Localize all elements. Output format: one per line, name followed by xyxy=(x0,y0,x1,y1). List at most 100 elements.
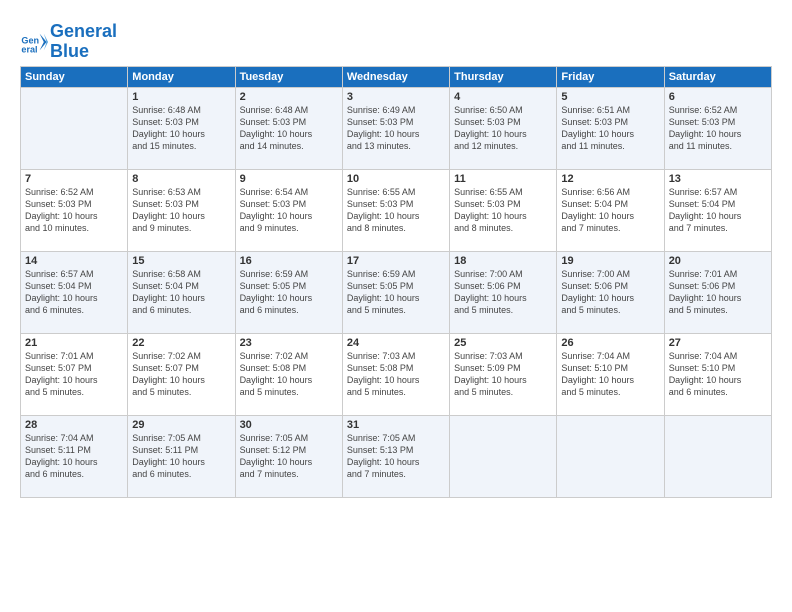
calendar-cell xyxy=(557,415,664,497)
day-number: 4 xyxy=(454,91,552,103)
day-info: Sunrise: 7:04 AM Sunset: 5:11 PM Dayligh… xyxy=(25,432,123,481)
day-number: 18 xyxy=(454,255,552,267)
calendar-cell: 24Sunrise: 7:03 AM Sunset: 5:08 PM Dayli… xyxy=(342,333,449,415)
calendar-cell: 13Sunrise: 6:57 AM Sunset: 5:04 PM Dayli… xyxy=(664,169,771,251)
day-number: 31 xyxy=(347,419,445,431)
calendar-cell: 1Sunrise: 6:48 AM Sunset: 5:03 PM Daylig… xyxy=(128,87,235,169)
day-number: 20 xyxy=(669,255,767,267)
calendar-cell: 26Sunrise: 7:04 AM Sunset: 5:10 PM Dayli… xyxy=(557,333,664,415)
day-info: Sunrise: 7:02 AM Sunset: 5:08 PM Dayligh… xyxy=(240,350,338,399)
calendar-cell xyxy=(450,415,557,497)
day-info: Sunrise: 6:57 AM Sunset: 5:04 PM Dayligh… xyxy=(25,268,123,317)
header: Gen eral General Blue xyxy=(20,18,772,62)
day-number: 6 xyxy=(669,91,767,103)
calendar-cell: 19Sunrise: 7:00 AM Sunset: 5:06 PM Dayli… xyxy=(557,251,664,333)
calendar-cell: 30Sunrise: 7:05 AM Sunset: 5:12 PM Dayli… xyxy=(235,415,342,497)
col-sunday: Sunday xyxy=(21,66,128,87)
calendar-week-row: 28Sunrise: 7:04 AM Sunset: 5:11 PM Dayli… xyxy=(21,415,772,497)
calendar: Sunday Monday Tuesday Wednesday Thursday… xyxy=(20,66,772,498)
day-number: 25 xyxy=(454,337,552,349)
calendar-cell: 20Sunrise: 7:01 AM Sunset: 5:06 PM Dayli… xyxy=(664,251,771,333)
calendar-cell: 8Sunrise: 6:53 AM Sunset: 5:03 PM Daylig… xyxy=(128,169,235,251)
day-number: 2 xyxy=(240,91,338,103)
calendar-cell: 22Sunrise: 7:02 AM Sunset: 5:07 PM Dayli… xyxy=(128,333,235,415)
day-info: Sunrise: 6:54 AM Sunset: 5:03 PM Dayligh… xyxy=(240,186,338,235)
calendar-cell: 31Sunrise: 7:05 AM Sunset: 5:13 PM Dayli… xyxy=(342,415,449,497)
day-info: Sunrise: 7:03 AM Sunset: 5:09 PM Dayligh… xyxy=(454,350,552,399)
day-info: Sunrise: 7:05 AM Sunset: 5:11 PM Dayligh… xyxy=(132,432,230,481)
calendar-cell: 16Sunrise: 6:59 AM Sunset: 5:05 PM Dayli… xyxy=(235,251,342,333)
day-number: 28 xyxy=(25,419,123,431)
calendar-cell: 2Sunrise: 6:48 AM Sunset: 5:03 PM Daylig… xyxy=(235,87,342,169)
day-number: 22 xyxy=(132,337,230,349)
col-thursday: Thursday xyxy=(450,66,557,87)
calendar-cell: 23Sunrise: 7:02 AM Sunset: 5:08 PM Dayli… xyxy=(235,333,342,415)
calendar-cell: 25Sunrise: 7:03 AM Sunset: 5:09 PM Dayli… xyxy=(450,333,557,415)
logo-text2: Blue xyxy=(50,42,117,62)
day-number: 9 xyxy=(240,173,338,185)
logo-text: General xyxy=(50,22,117,42)
day-info: Sunrise: 7:00 AM Sunset: 5:06 PM Dayligh… xyxy=(454,268,552,317)
col-tuesday: Tuesday xyxy=(235,66,342,87)
calendar-cell: 11Sunrise: 6:55 AM Sunset: 5:03 PM Dayli… xyxy=(450,169,557,251)
day-info: Sunrise: 7:05 AM Sunset: 5:13 PM Dayligh… xyxy=(347,432,445,481)
day-info: Sunrise: 6:53 AM Sunset: 5:03 PM Dayligh… xyxy=(132,186,230,235)
day-info: Sunrise: 7:01 AM Sunset: 5:06 PM Dayligh… xyxy=(669,268,767,317)
day-info: Sunrise: 6:59 AM Sunset: 5:05 PM Dayligh… xyxy=(240,268,338,317)
day-info: Sunrise: 6:50 AM Sunset: 5:03 PM Dayligh… xyxy=(454,104,552,153)
day-info: Sunrise: 6:58 AM Sunset: 5:04 PM Dayligh… xyxy=(132,268,230,317)
day-number: 29 xyxy=(132,419,230,431)
day-number: 26 xyxy=(561,337,659,349)
day-number: 10 xyxy=(347,173,445,185)
day-number: 8 xyxy=(132,173,230,185)
calendar-cell: 3Sunrise: 6:49 AM Sunset: 5:03 PM Daylig… xyxy=(342,87,449,169)
day-info: Sunrise: 6:48 AM Sunset: 5:03 PM Dayligh… xyxy=(132,104,230,153)
day-info: Sunrise: 6:56 AM Sunset: 5:04 PM Dayligh… xyxy=(561,186,659,235)
calendar-week-row: 14Sunrise: 6:57 AM Sunset: 5:04 PM Dayli… xyxy=(21,251,772,333)
day-number: 13 xyxy=(669,173,767,185)
day-info: Sunrise: 7:03 AM Sunset: 5:08 PM Dayligh… xyxy=(347,350,445,399)
calendar-cell: 4Sunrise: 6:50 AM Sunset: 5:03 PM Daylig… xyxy=(450,87,557,169)
day-info: Sunrise: 7:04 AM Sunset: 5:10 PM Dayligh… xyxy=(561,350,659,399)
day-info: Sunrise: 6:55 AM Sunset: 5:03 PM Dayligh… xyxy=(454,186,552,235)
calendar-cell: 27Sunrise: 7:04 AM Sunset: 5:10 PM Dayli… xyxy=(664,333,771,415)
calendar-week-row: 21Sunrise: 7:01 AM Sunset: 5:07 PM Dayli… xyxy=(21,333,772,415)
calendar-week-row: 7Sunrise: 6:52 AM Sunset: 5:03 PM Daylig… xyxy=(21,169,772,251)
day-number: 24 xyxy=(347,337,445,349)
day-number: 23 xyxy=(240,337,338,349)
day-info: Sunrise: 7:01 AM Sunset: 5:07 PM Dayligh… xyxy=(25,350,123,399)
calendar-cell: 7Sunrise: 6:52 AM Sunset: 5:03 PM Daylig… xyxy=(21,169,128,251)
day-number: 5 xyxy=(561,91,659,103)
weekday-header-row: Sunday Monday Tuesday Wednesday Thursday… xyxy=(21,66,772,87)
day-info: Sunrise: 6:59 AM Sunset: 5:05 PM Dayligh… xyxy=(347,268,445,317)
calendar-cell: 18Sunrise: 7:00 AM Sunset: 5:06 PM Dayli… xyxy=(450,251,557,333)
calendar-cell xyxy=(21,87,128,169)
day-info: Sunrise: 7:02 AM Sunset: 5:07 PM Dayligh… xyxy=(132,350,230,399)
svg-text:eral: eral xyxy=(21,44,37,54)
calendar-cell: 29Sunrise: 7:05 AM Sunset: 5:11 PM Dayli… xyxy=(128,415,235,497)
day-number: 27 xyxy=(669,337,767,349)
calendar-week-row: 1Sunrise: 6:48 AM Sunset: 5:03 PM Daylig… xyxy=(21,87,772,169)
day-info: Sunrise: 7:00 AM Sunset: 5:06 PM Dayligh… xyxy=(561,268,659,317)
day-info: Sunrise: 6:52 AM Sunset: 5:03 PM Dayligh… xyxy=(669,104,767,153)
day-number: 11 xyxy=(454,173,552,185)
day-number: 21 xyxy=(25,337,123,349)
day-info: Sunrise: 6:51 AM Sunset: 5:03 PM Dayligh… xyxy=(561,104,659,153)
calendar-cell: 10Sunrise: 6:55 AM Sunset: 5:03 PM Dayli… xyxy=(342,169,449,251)
calendar-cell: 12Sunrise: 6:56 AM Sunset: 5:04 PM Dayli… xyxy=(557,169,664,251)
calendar-cell: 6Sunrise: 6:52 AM Sunset: 5:03 PM Daylig… xyxy=(664,87,771,169)
calendar-cell: 15Sunrise: 6:58 AM Sunset: 5:04 PM Dayli… xyxy=(128,251,235,333)
col-saturday: Saturday xyxy=(664,66,771,87)
day-number: 3 xyxy=(347,91,445,103)
day-info: Sunrise: 6:57 AM Sunset: 5:04 PM Dayligh… xyxy=(669,186,767,235)
col-wednesday: Wednesday xyxy=(342,66,449,87)
day-number: 19 xyxy=(561,255,659,267)
day-number: 15 xyxy=(132,255,230,267)
day-number: 1 xyxy=(132,91,230,103)
calendar-cell: 28Sunrise: 7:04 AM Sunset: 5:11 PM Dayli… xyxy=(21,415,128,497)
day-info: Sunrise: 6:48 AM Sunset: 5:03 PM Dayligh… xyxy=(240,104,338,153)
col-friday: Friday xyxy=(557,66,664,87)
calendar-cell: 9Sunrise: 6:54 AM Sunset: 5:03 PM Daylig… xyxy=(235,169,342,251)
calendar-cell: 21Sunrise: 7:01 AM Sunset: 5:07 PM Dayli… xyxy=(21,333,128,415)
calendar-cell xyxy=(664,415,771,497)
